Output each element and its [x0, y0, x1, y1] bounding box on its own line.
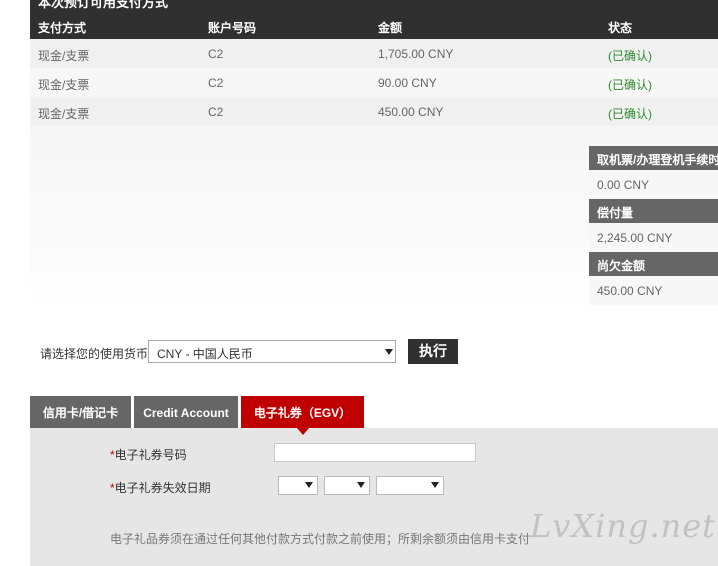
column-header-account: 账户号码 [208, 21, 257, 35]
watermark: LvXing.net [530, 507, 717, 545]
amount: 1,705.00 CNY [378, 47, 454, 61]
fee-label: 取机票/办理登机手续时 [589, 146, 718, 170]
execute-button[interactable]: 执行 [408, 339, 458, 364]
amount: 90.00 CNY [378, 76, 437, 90]
egv-number-input[interactable] [274, 443, 476, 462]
amount: 450.00 CNY [378, 105, 444, 119]
egv-note: 电子礼品券须在通过任何其他付款方式付款之前使用；所剩余额须由信用卡支付 [110, 532, 531, 546]
tab-credit-debit-card[interactable]: 信用卡/借记卡 [30, 396, 131, 428]
payment-method: 现金/支票 [38, 107, 90, 121]
tab-credit-account[interactable]: Credit Account [134, 396, 238, 428]
tab-egv[interactable]: 电子礼券（EGV） [241, 396, 364, 428]
currency-label: 请选择您的使用货币 [40, 347, 149, 361]
column-header-amount: 金额 [378, 21, 403, 35]
table-row: 现金/支票 C2 90.00 CNY (已确认) [30, 68, 718, 97]
status: (已确认) [608, 107, 652, 121]
table-row: 现金/支票 C2 450.00 CNY (已确认) [30, 97, 718, 126]
expiry-day-select[interactable] [278, 476, 318, 495]
expiry-year-select[interactable] [376, 476, 444, 495]
column-header-status: 状态 [608, 21, 633, 35]
section-title: 本次预订可用支付方式 [38, 0, 169, 10]
paid-label: 偿付量 [589, 199, 718, 223]
payment-method: 现金/支票 [38, 49, 90, 63]
dropdown-arrow-icon [305, 482, 313, 488]
dropdown-arrow-icon [385, 349, 393, 355]
payment-method: 现金/支票 [38, 78, 90, 92]
egv-expiry-label: *电子礼券失效日期 [110, 481, 211, 495]
amount-due-label: 尚欠金额 [589, 252, 718, 276]
status: (已确认) [608, 49, 652, 63]
paid-value: 2,245.00 CNY [589, 223, 718, 252]
dropdown-arrow-icon [357, 482, 365, 488]
column-header-method: 支付方式 [38, 21, 87, 35]
fee-value: 0.00 CNY [589, 170, 718, 199]
account-number: C2 [208, 76, 224, 90]
expiry-month-select[interactable] [324, 476, 370, 495]
egv-number-label: *电子礼券号码 [110, 448, 187, 462]
active-tab-pointer-icon [297, 428, 309, 435]
currency-select[interactable]: CNY - 中国人民币 [148, 340, 396, 363]
currency-selected-value: CNY - 中国人民币 [157, 347, 253, 361]
amount-due-value: 450.00 CNY [589, 276, 718, 305]
table-row: 现金/支票 C2 1,705.00 CNY (已确认) [30, 39, 718, 68]
dropdown-arrow-icon [431, 482, 439, 488]
account-number: C2 [208, 47, 224, 61]
status: (已确认) [608, 78, 652, 92]
account-number: C2 [208, 105, 224, 119]
